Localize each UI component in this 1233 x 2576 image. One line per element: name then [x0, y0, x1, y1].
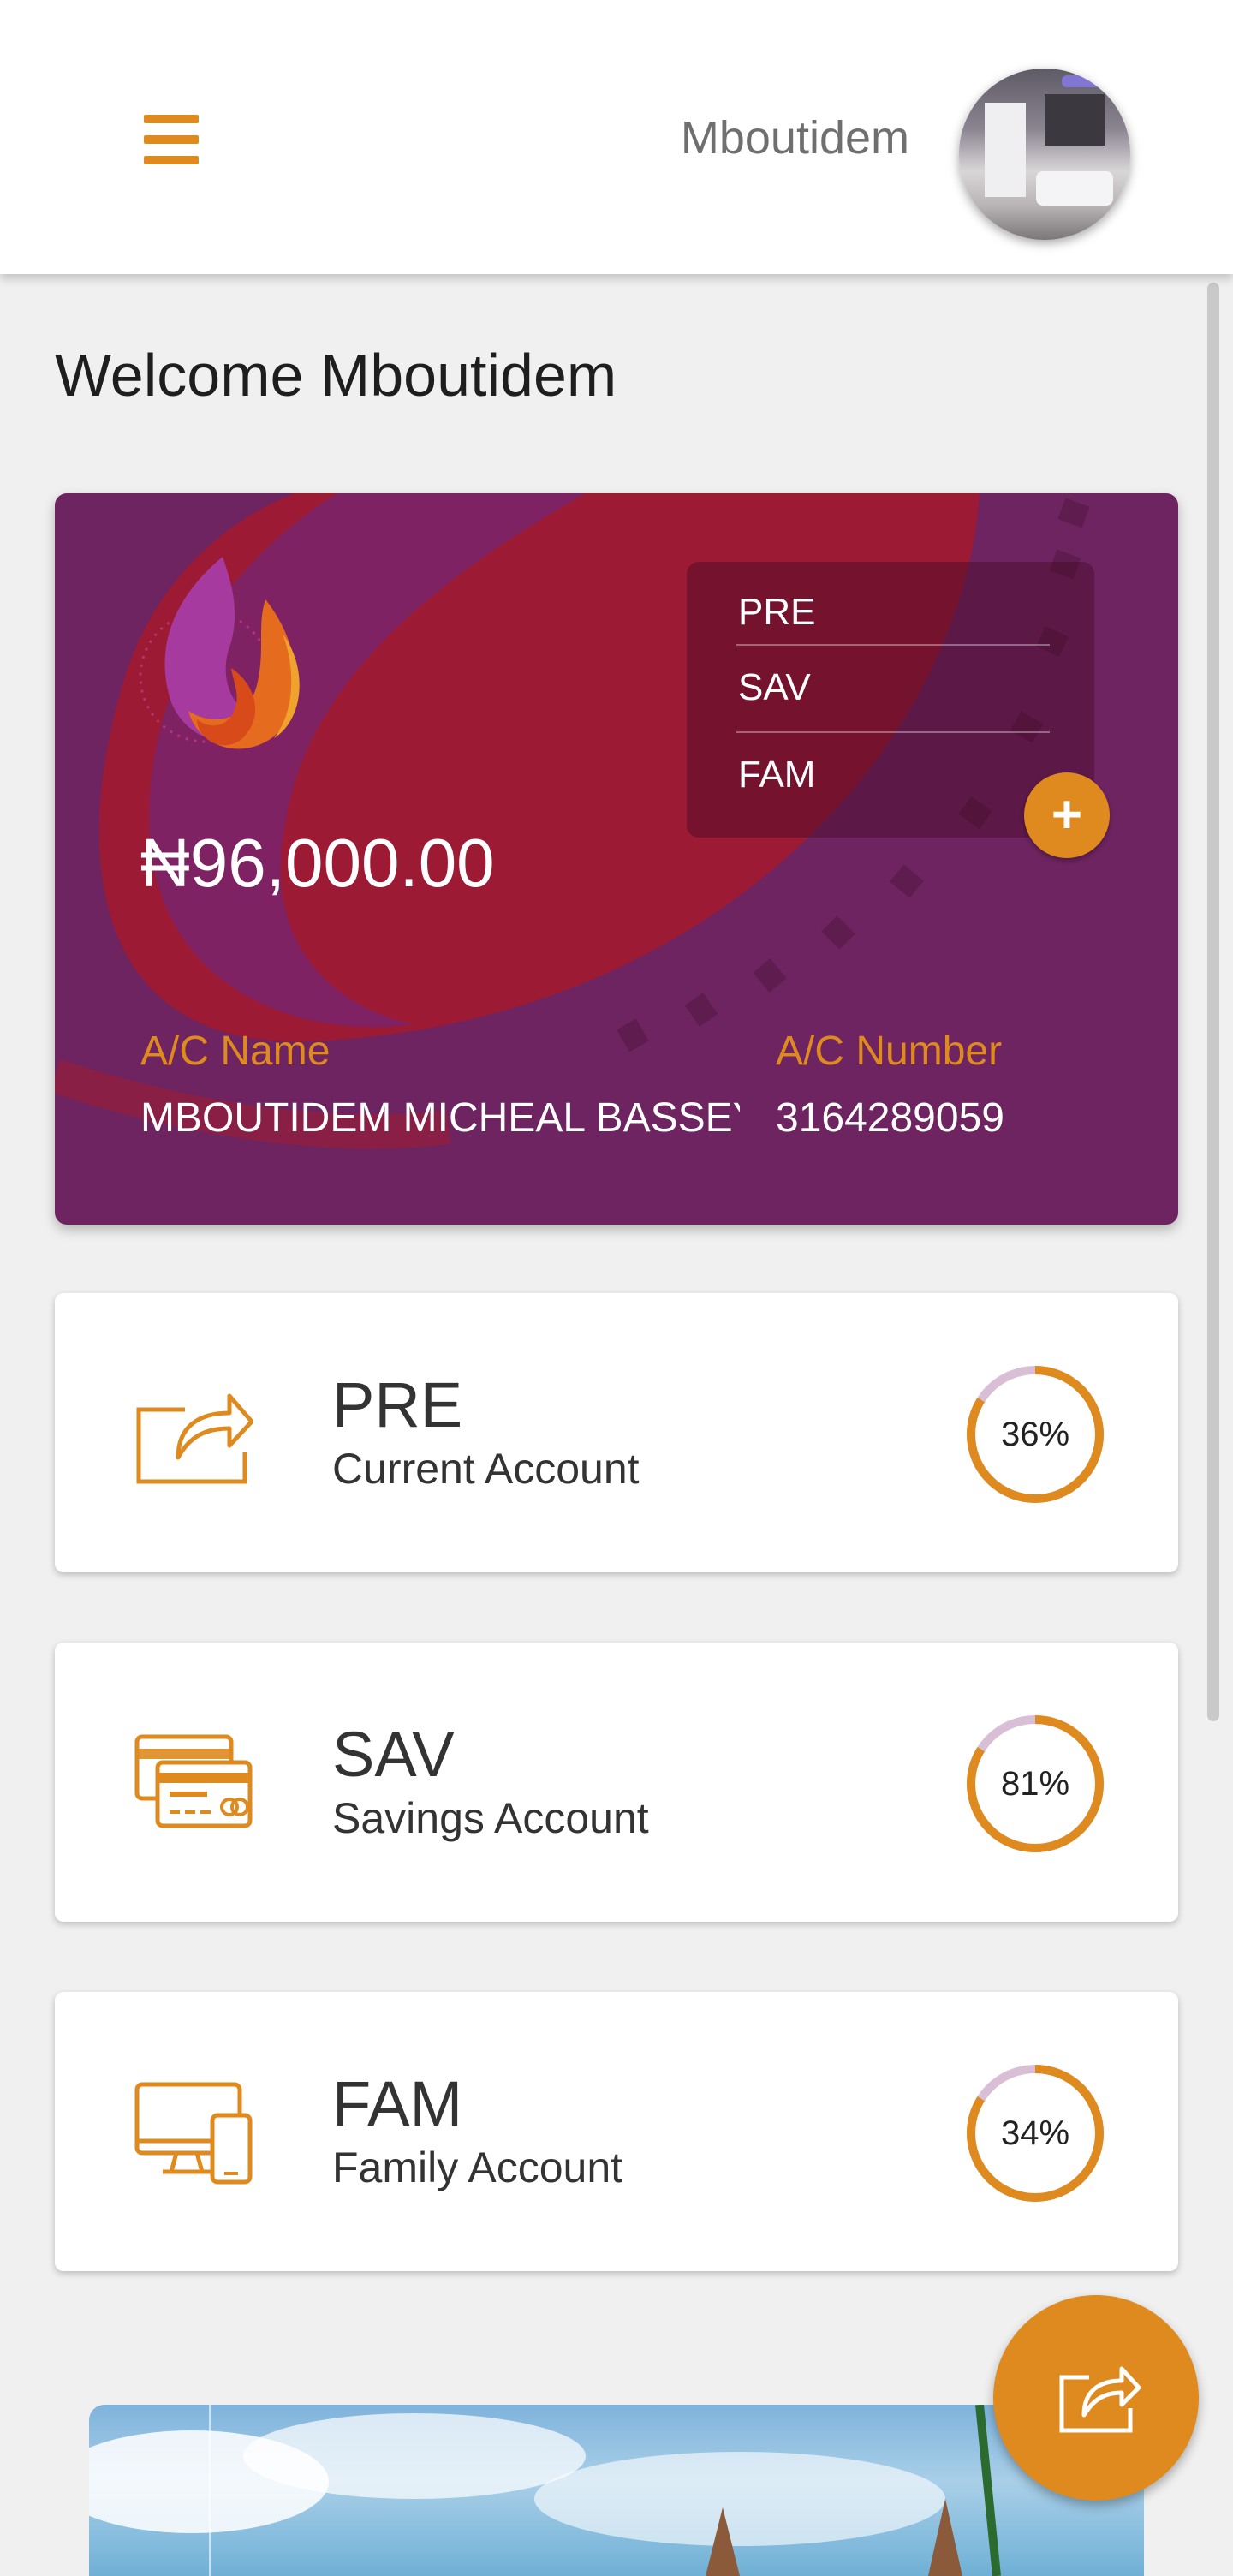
account-card-fam[interactable]: FAM Family Account 34%: [55, 1992, 1178, 2271]
bank-logo-icon: [139, 557, 300, 749]
divider: [736, 731, 1050, 733]
progress-percent: 36%: [1000, 1415, 1070, 1453]
account-option-fam[interactable]: FAM: [738, 754, 815, 796]
account-option-pre[interactable]: PRE: [738, 591, 815, 634]
menu-icon[interactable]: [144, 115, 199, 164]
add-account-button[interactable]: +: [1024, 772, 1110, 858]
app-header: Mboutidem: [0, 0, 1233, 274]
devices-icon: [134, 2082, 253, 2185]
account-type: Savings Account: [332, 1794, 649, 1842]
scrollbar[interactable]: [1207, 283, 1219, 1721]
promo-banner[interactable]: [89, 2405, 1144, 2576]
divider: [736, 644, 1050, 646]
account-type: Current Account: [332, 1445, 640, 1493]
avatar[interactable]: [959, 69, 1130, 240]
share-fab-button[interactable]: [993, 2295, 1199, 2501]
balance-amount: ₦96,000.00: [140, 825, 495, 901]
account-code: FAM: [332, 2068, 463, 2139]
balance-card: ₦96,000.00 PRE SAV FAM + A/C Name MBOUTI…: [55, 493, 1178, 1225]
header-username: Mboutidem: [680, 112, 909, 164]
ac-number-label: A/C Number: [776, 1029, 1003, 1074]
account-code: SAV: [332, 1719, 455, 1790]
welcome-title: Welcome Mboutidem: [55, 342, 617, 408]
progress-percent: 34%: [1000, 2114, 1070, 2152]
ac-number-value: 3164289059: [776, 1095, 1004, 1141]
credit-card-icon: [134, 1734, 253, 1828]
ac-name-value: MBOUTIDEM MICHEAL BASSEY: [140, 1095, 740, 1141]
progress-percent: 81%: [1000, 1764, 1070, 1803]
share-icon: [136, 1393, 253, 1484]
account-card-pre[interactable]: PRE Current Account 36%: [55, 1293, 1178, 1572]
share-icon: [1059, 2366, 1141, 2433]
account-card-sav[interactable]: SAV Savings Account 81%: [55, 1643, 1178, 1922]
account-option-sav[interactable]: SAV: [738, 666, 811, 709]
banner-image: [89, 2405, 1001, 2576]
ac-name-label: A/C Name: [140, 1029, 331, 1074]
account-type: Family Account: [332, 2144, 623, 2191]
account-code: PRE: [332, 1369, 463, 1440]
